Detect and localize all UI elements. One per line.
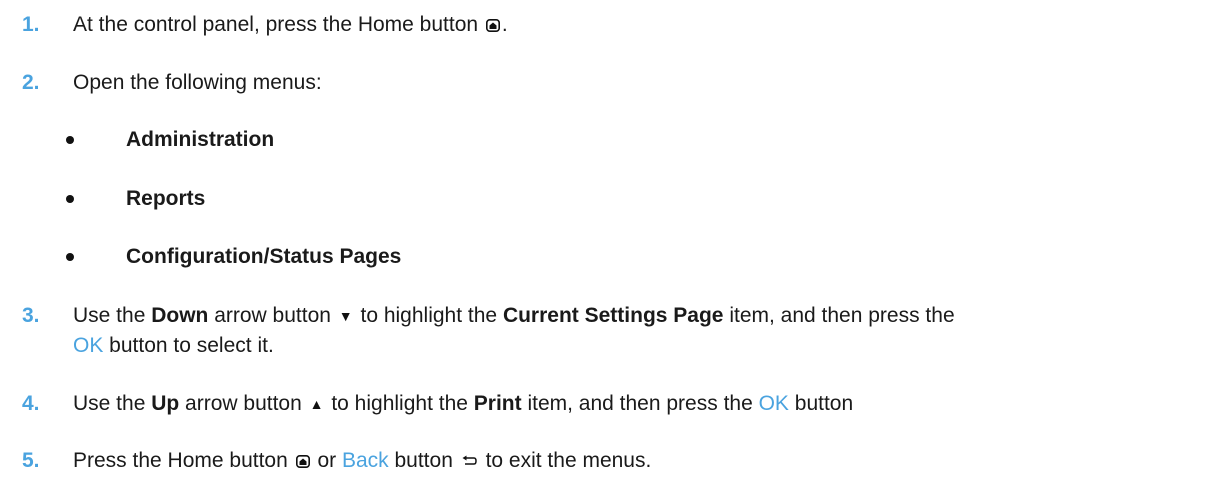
down-arrow-icon: ▼ [338, 308, 353, 324]
home-icon [295, 455, 310, 468]
step-text: At the control panel, press the Home but… [73, 13, 508, 36]
step-2: 2. Open the following menus: [22, 68, 1193, 98]
menu-item-label: Administration [126, 128, 275, 151]
step-number: 1. [22, 13, 40, 36]
step-text: Open the following menus: [73, 71, 322, 94]
step-text: Use the Down arrow button ▼ to highlight… [73, 301, 1193, 361]
step-4: 4. Use the Up arrow button ▲ to highligh… [22, 389, 1193, 419]
ok-button-label: OK [758, 392, 789, 415]
back-button-label: Back [341, 449, 389, 472]
ok-button-label: OK [73, 334, 104, 357]
step-number: 4. [22, 392, 40, 415]
step-number: 3. [22, 304, 40, 327]
menu-item-label: Reports [126, 187, 206, 210]
step-3: 3. Use the Down arrow button ▼ to highli… [22, 301, 1193, 361]
bullet [66, 253, 74, 261]
menu-item-label: Configuration/Status Pages [126, 245, 402, 268]
back-icon [462, 455, 477, 465]
step-5: 5. Press the Home button or Back button … [22, 446, 1193, 476]
up-arrow-icon: ▲ [309, 396, 324, 412]
bullet [66, 136, 74, 144]
step-number: 2. [22, 71, 40, 94]
step-text: Use the Up arrow button ▲ to highlight t… [73, 389, 1193, 419]
step-text: Press the Home button or Back button to … [73, 449, 652, 472]
step-number: 5. [22, 449, 40, 472]
bullet [66, 195, 74, 203]
home-icon [485, 19, 500, 32]
step-1: 1. At the control panel, press the Home … [22, 10, 1193, 40]
